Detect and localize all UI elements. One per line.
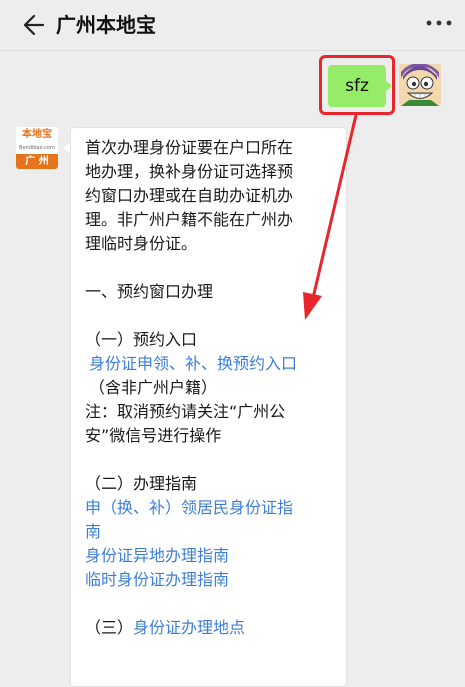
user-avatar[interactable]	[399, 64, 441, 106]
appointment-note: （含非广州户籍）	[89, 378, 218, 397]
back-arrow-icon[interactable]	[20, 12, 46, 38]
cancel-note-line: 注：取消预约请关注“广州公	[85, 402, 286, 421]
appointment-link[interactable]: 身份证申领、补、换预约入口	[85, 352, 346, 376]
bot-avatar-domain: Bendibao.com	[19, 145, 55, 151]
reply-paragraph-line: 理临时身份证。	[85, 234, 198, 253]
reply-paragraph-line: 首次办理身份证要在户口所在	[85, 138, 294, 157]
location-link[interactable]: 身份证办理地点	[133, 618, 245, 637]
reply-paragraph-line: 约窗口办理或在自助办证机办	[85, 186, 294, 205]
guide-link[interactable]: 身份证异地办理指南	[85, 544, 346, 568]
bot-reply-bubble: 首次办理身份证要在户口所在 地办理，换补身份证可选择预 约窗口办理或在自助办证机…	[70, 127, 347, 687]
subsection-prefix: （三）	[85, 618, 134, 637]
guide-link[interactable]: 临时身份证办理指南	[85, 568, 346, 592]
cancel-note-line: 安”微信号进行操作	[85, 426, 222, 445]
reply-paragraph-line: 理。非广州户籍不能在广州办	[85, 210, 294, 229]
subsection-heading: （二）办理指南	[85, 474, 198, 493]
guide-link[interactable]: 南	[85, 520, 346, 544]
subsection-heading: （一）预约入口	[85, 330, 198, 349]
chat-header: 广州本地宝	[0, 0, 465, 51]
chat-title: 广州本地宝	[56, 13, 156, 37]
reply-paragraph-line: 地办理，换补身份证可选择预	[85, 162, 294, 181]
more-options-icon[interactable]	[425, 18, 453, 28]
subsection-heading: （三）身份证办理地点	[85, 616, 346, 640]
user-message-bubble: sfz	[328, 65, 386, 107]
bot-avatar[interactable]: 本地宝 Bendibao.com 广 州	[16, 127, 58, 169]
bot-avatar-city: 广 州	[16, 154, 58, 169]
section-heading: 一、预约窗口办理	[85, 282, 214, 301]
user-bubble-tail	[385, 80, 392, 92]
cartoon-face-icon	[399, 64, 441, 106]
guide-link[interactable]: 申（换、补）领居民身份证指	[85, 496, 346, 520]
